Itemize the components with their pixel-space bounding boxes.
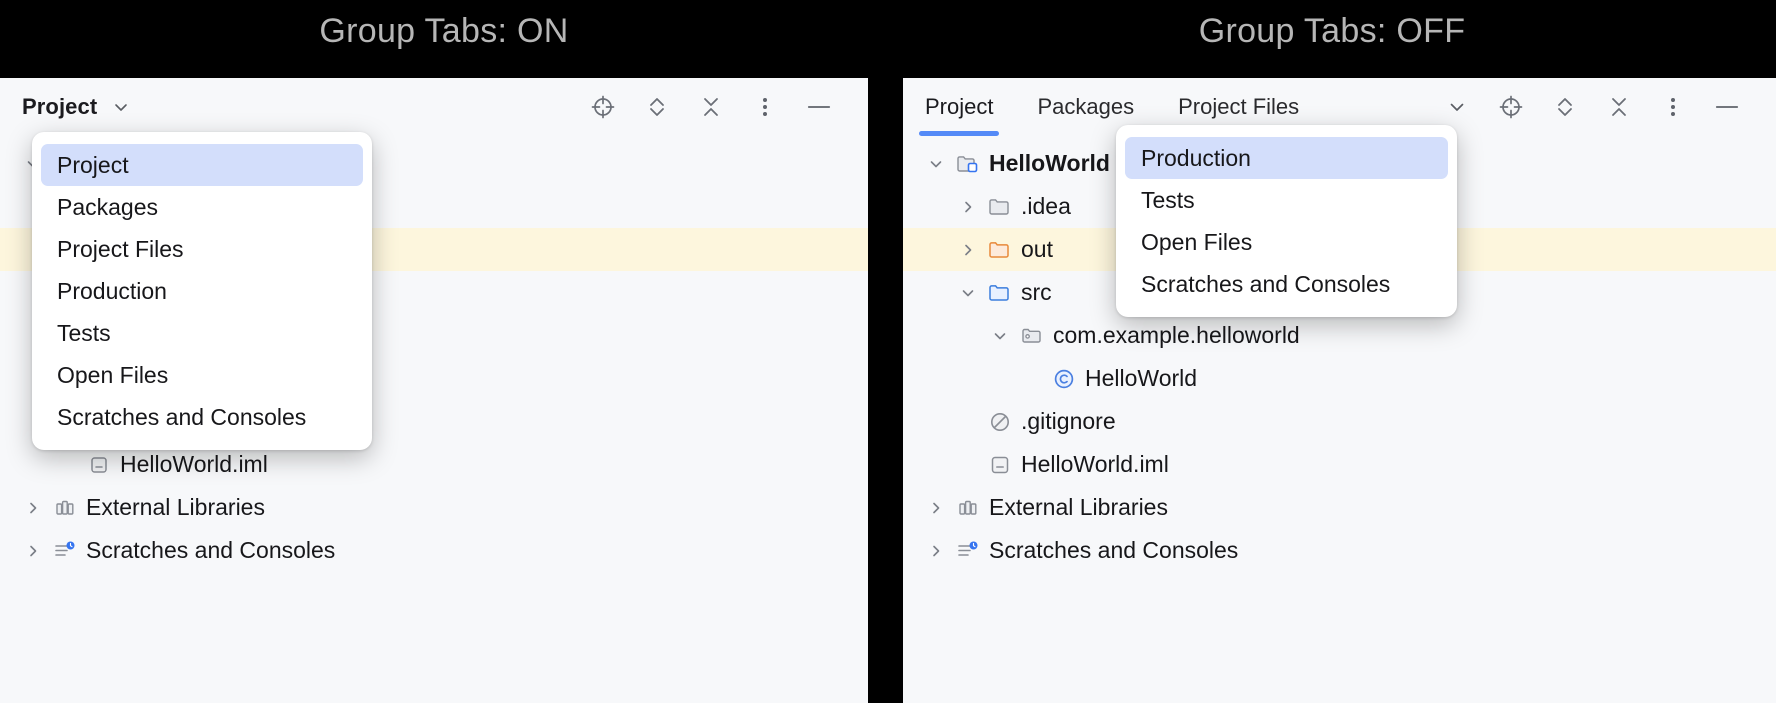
java-class-icon: [1047, 366, 1081, 392]
tree-row-scratches-and-consoles[interactable]: Scratches and Consoles: [903, 529, 1776, 572]
tree-row-label: Scratches and Consoles: [989, 537, 1239, 563]
chevron-down-icon[interactable]: [985, 327, 1015, 345]
chevron-down-icon[interactable]: [111, 97, 131, 117]
tree-row-label: HelloWorld.iml: [120, 451, 268, 477]
collapse-all-icon[interactable]: [1606, 94, 1632, 120]
tree-row-helloworld-iml[interactable]: HelloWorld.iml: [903, 443, 1776, 486]
chevron-down-icon[interactable]: [1444, 94, 1470, 120]
minimize-icon[interactable]: [1714, 94, 1740, 120]
expand-all-icon[interactable]: [644, 94, 670, 120]
more-options-icon[interactable]: [752, 94, 778, 120]
project-tool-window-ungrouped: Project Packages Project Files HelloWorl…: [903, 78, 1776, 703]
gitignore-icon: [983, 409, 1017, 435]
tree-row-label: .gitignore: [1021, 408, 1116, 434]
minimize-icon[interactable]: [806, 94, 832, 120]
tab-project[interactable]: Project: [903, 78, 1015, 136]
chevron-right-icon[interactable]: [18, 499, 48, 517]
iml-file-icon: [983, 453, 1017, 477]
chevron-right-icon[interactable]: [921, 499, 951, 517]
menu-item-scratches-and-consoles[interactable]: Scratches and Consoles: [41, 396, 363, 438]
tree-row-java-class-helloworld[interactable]: HelloWorld: [903, 357, 1776, 400]
chevron-down-icon[interactable]: [921, 155, 951, 173]
folder-blue-icon: [983, 281, 1017, 305]
chevron-right-icon[interactable]: [953, 198, 983, 216]
scratches-icon: [951, 540, 985, 562]
chevron-right-icon[interactable]: [953, 241, 983, 259]
tree-row-label: src: [1021, 279, 1052, 305]
tree-row-label: out: [1021, 236, 1053, 262]
tree-row-label: HelloWorld: [1085, 365, 1198, 391]
tree-row-label: .idea: [1021, 193, 1071, 219]
screenshot-root: Group Tabs: ON Group Tabs: OFF Project H…: [0, 0, 1776, 703]
chevron-right-icon[interactable]: [921, 542, 951, 560]
tree-row-label: HelloWorld.iml: [1021, 451, 1169, 477]
tree-row-gitignore[interactable]: .gitignore: [903, 400, 1776, 443]
scratches-icon: [48, 540, 82, 562]
view-selector-dropdown-menu[interactable]: Project Packages Project Files Productio…: [32, 132, 372, 450]
project-folder-icon: [951, 152, 985, 176]
tree-row-label: com.example.helloworld: [1053, 322, 1300, 348]
folder-gray-icon: [983, 195, 1017, 219]
caption-group-tabs-on: Group Tabs: ON: [319, 12, 569, 50]
menu-item-scratches-and-consoles[interactable]: Scratches and Consoles: [1125, 263, 1448, 305]
menu-item-tests[interactable]: Tests: [1125, 179, 1448, 221]
menu-item-project[interactable]: Project: [41, 144, 363, 186]
chevron-right-icon[interactable]: [18, 542, 48, 560]
tree-row-external-libraries[interactable]: External Libraries: [903, 486, 1776, 529]
chevron-down-icon[interactable]: [953, 284, 983, 302]
menu-item-open-files[interactable]: Open Files: [1125, 221, 1448, 263]
package-icon: [1015, 324, 1049, 348]
tree-row-label: HelloWorld: [989, 150, 1110, 176]
iml-file-icon: [82, 454, 116, 476]
tree-row-label: Scratches and Consoles: [86, 537, 336, 563]
menu-item-project-files[interactable]: Project Files: [41, 228, 363, 270]
more-tabs-dropdown-menu[interactable]: Production Tests Open Files Scratches an…: [1116, 125, 1457, 317]
tree-row-external-libraries[interactable]: External Libraries: [0, 486, 868, 529]
locate-target-icon[interactable]: [590, 94, 616, 120]
project-tool-window-grouped: Project HelloWorld.iml External Librarie…: [0, 78, 868, 703]
menu-item-packages[interactable]: Packages: [41, 186, 363, 228]
more-options-icon[interactable]: [1660, 94, 1686, 120]
library-icon: [951, 497, 985, 519]
tree-row-package-com-example-helloworld[interactable]: com.example.helloworld: [903, 314, 1776, 357]
folder-orange-icon: [983, 238, 1017, 262]
tool-window-header: Project: [0, 78, 868, 136]
tree-row-label: External Libraries: [86, 494, 265, 520]
tool-window-toolbar: [590, 94, 854, 120]
tool-window-title[interactable]: Project: [22, 94, 97, 120]
menu-item-tests[interactable]: Tests: [41, 312, 363, 354]
library-icon: [48, 497, 82, 519]
menu-item-open-files[interactable]: Open Files: [41, 354, 363, 396]
menu-item-production[interactable]: Production: [41, 270, 363, 312]
caption-group-tabs-off: Group Tabs: OFF: [1198, 12, 1466, 50]
tool-window-toolbar: [1444, 94, 1762, 120]
menu-item-production[interactable]: Production: [1125, 137, 1448, 179]
tree-row-scratches-and-consoles[interactable]: Scratches and Consoles: [0, 529, 868, 572]
locate-target-icon[interactable]: [1498, 94, 1524, 120]
collapse-all-icon[interactable]: [698, 94, 724, 120]
tree-row-label: External Libraries: [989, 494, 1168, 520]
expand-all-icon[interactable]: [1552, 94, 1578, 120]
